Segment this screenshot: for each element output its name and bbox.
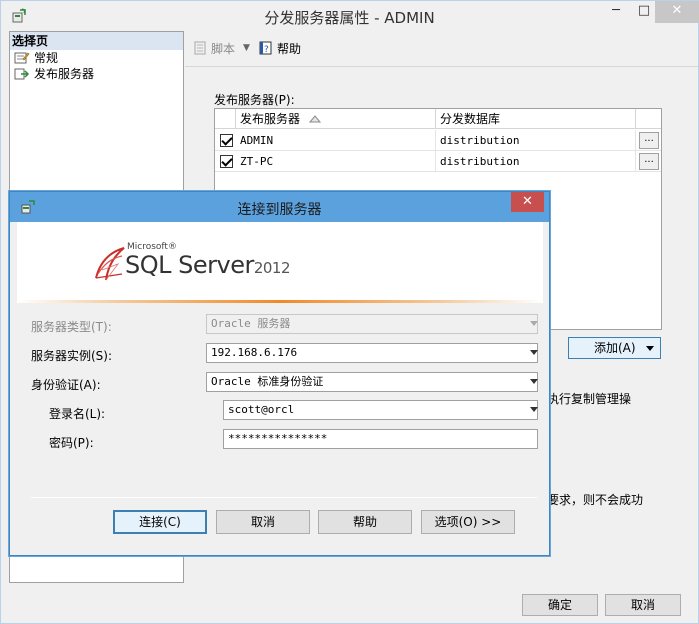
title-bar[interactable]: 分发服务器属性 - ADMIN ─ □ ✕ bbox=[1, 1, 699, 31]
select-page-header: 选择页 bbox=[10, 32, 183, 50]
add-publisher-button[interactable]: 添加(A) bbox=[568, 337, 661, 359]
connect-to-server-dialog: 连接到服务器 ✕ Microsoft® SQL Server2012 服务器类型… bbox=[9, 191, 550, 556]
column-header-publisher[interactable]: 发布服务器 bbox=[236, 109, 436, 129]
divider bbox=[31, 497, 537, 498]
authentication-label: 身份验证(A): bbox=[31, 378, 101, 392]
script-label: 脚本 bbox=[211, 41, 236, 56]
banner-accent-line bbox=[17, 300, 543, 303]
help-label: 帮助 bbox=[276, 41, 301, 56]
ok-button[interactable]: 确定 bbox=[522, 594, 598, 616]
page-item-publishers[interactable]: 发布服务器 bbox=[10, 66, 183, 82]
publisher-cell: ZT-PC bbox=[236, 151, 436, 172]
dropdown-arrow-icon bbox=[646, 346, 654, 351]
sql-server-emblem-icon bbox=[95, 247, 125, 281]
table-row[interactable]: ADMIN distribution ... bbox=[215, 130, 661, 151]
login-combobox[interactable]: scott@orcl bbox=[223, 400, 538, 420]
cancel-button[interactable]: 取消 bbox=[605, 594, 681, 616]
server-type-select: Oracle 服务器 bbox=[206, 314, 538, 334]
publisher-checkbox[interactable] bbox=[220, 134, 233, 147]
toolbar: 脚本 ▼ ? 帮助 bbox=[185, 34, 698, 62]
dialog-title: 连接到服务器 bbox=[237, 202, 322, 218]
server-instance-label: 服务器实例(S): bbox=[31, 349, 113, 363]
page-item-publishers-label: 发布服务器 bbox=[34, 67, 95, 81]
login-label: 登录名(L): bbox=[49, 407, 106, 421]
dialog-cancel-button[interactable]: 取消 bbox=[216, 510, 310, 534]
page-item-general-label: 常规 bbox=[34, 51, 59, 65]
info-text-partial-2: 要求，则不会成功 bbox=[547, 493, 644, 507]
publisher-checkbox[interactable] bbox=[220, 155, 233, 168]
server-type-label: 服务器类型(T): bbox=[31, 320, 112, 334]
help-button[interactable]: ? 帮助 bbox=[258, 40, 301, 57]
password-field[interactable]: *************** bbox=[223, 429, 538, 449]
grid-header: 发布服务器 分发数据库 bbox=[215, 109, 661, 129]
dialog-close-button[interactable]: ✕ bbox=[511, 192, 544, 212]
options-button[interactable]: 选项(O) >> bbox=[421, 510, 515, 534]
svg-text:?: ? bbox=[264, 45, 269, 55]
publishers-label: 发布服务器(P): bbox=[214, 93, 295, 107]
grid-header-check bbox=[215, 109, 236, 129]
add-button-label: 添加(A) bbox=[594, 341, 636, 355]
publisher-cell: ADMIN bbox=[236, 130, 436, 151]
window-title: 分发服务器属性 - ADMIN bbox=[264, 9, 435, 27]
connect-button[interactable]: 连接(C) bbox=[113, 510, 207, 534]
info-text-partial-1: 执行复制管理操 bbox=[547, 392, 632, 406]
chevron-down-icon[interactable]: ▼ bbox=[243, 43, 250, 53]
dialog-body: Microsoft® SQL Server2012 服务器类型(T): Orac… bbox=[17, 222, 543, 550]
database-cell: distribution bbox=[436, 130, 636, 151]
sql-server-logo: Microsoft® SQL Server2012 bbox=[92, 240, 292, 290]
product-name: SQL Server2012 bbox=[125, 251, 291, 279]
page-item-general[interactable]: 常规 bbox=[10, 50, 183, 66]
sort-ascending-icon bbox=[309, 115, 321, 123]
password-label: 密码(P): bbox=[49, 436, 94, 450]
script-icon bbox=[194, 41, 206, 55]
dialog-title-bar[interactable]: 连接到服务器 ✕ bbox=[10, 192, 549, 222]
column-header-database[interactable]: 分发数据库 bbox=[436, 109, 636, 129]
dialog-help-button[interactable]: 帮助 bbox=[318, 510, 412, 534]
table-row[interactable]: ZT-PC distribution ... bbox=[215, 151, 661, 172]
close-button[interactable]: ✕ bbox=[655, 1, 699, 23]
browse-button[interactable]: ... bbox=[639, 132, 659, 149]
browse-button[interactable]: ... bbox=[639, 153, 659, 170]
publisher-icon bbox=[14, 68, 30, 80]
server-instance-combobox[interactable]: 192.168.6.176 bbox=[206, 343, 538, 363]
authentication-select[interactable]: Oracle 标准身份验证 bbox=[206, 372, 538, 392]
product-banner: Microsoft® SQL Server2012 bbox=[17, 222, 543, 302]
help-book-icon: ? bbox=[259, 41, 272, 55]
properties-icon bbox=[14, 52, 30, 64]
script-button[interactable]: 脚本 ▼ bbox=[193, 40, 250, 57]
database-cell: distribution bbox=[436, 151, 636, 172]
